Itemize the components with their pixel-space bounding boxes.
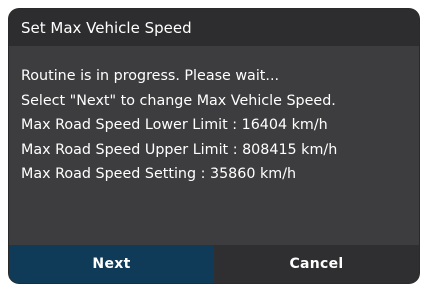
upper-limit-text: Max Road Speed Upper Limit : 808415 km/h (21, 141, 338, 158)
dialog-header: Set Max Vehicle Speed (9, 9, 419, 46)
lower-limit-text: Max Road Speed Lower Limit : 16404 km/h (21, 117, 328, 133)
set-max-speed-dialog: Set Max Vehicle Speed Routine is in prog… (9, 9, 419, 283)
dialog-body: Routine is in progress. Please wait... S… (9, 46, 419, 251)
status-message: Routine is in progress. Please wait... (21, 68, 280, 84)
current-setting-text: Max Road Speed Setting : 35860 km/h (21, 166, 297, 182)
cancel-button[interactable]: Cancel (214, 245, 419, 283)
instruction-message: Select "Next" to change Max Vehicle Spee… (21, 92, 336, 109)
dialog-footer: Next Cancel (9, 245, 419, 283)
dialog-title: Set Max Vehicle Speed (21, 18, 192, 37)
next-button[interactable]: Next (9, 245, 214, 283)
